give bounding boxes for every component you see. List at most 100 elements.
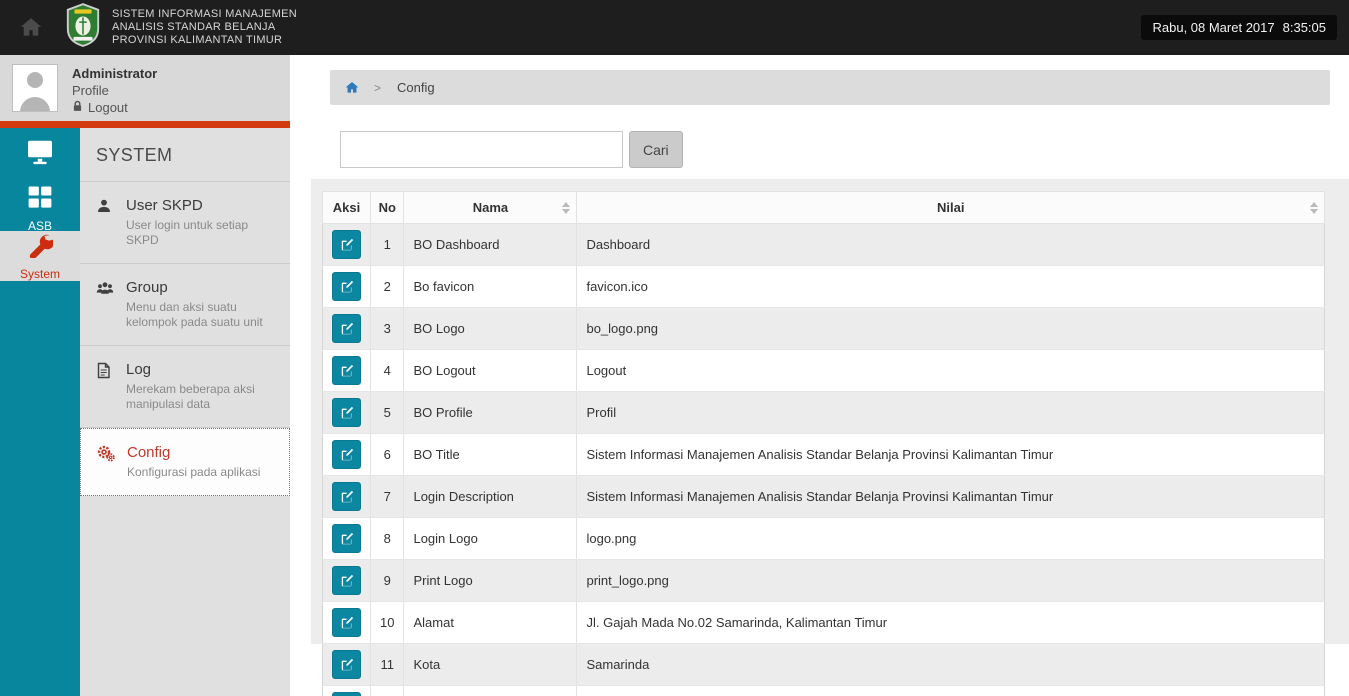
row-number: 3 <box>370 307 405 350</box>
table-row: 2 Bo favicon favicon.ico <box>322 265 1325 308</box>
sort-icon[interactable] <box>1310 201 1318 214</box>
aksi-cell <box>322 517 371 560</box>
config-value: favicon.ico <box>576 265 1325 308</box>
datetime-display: Rabu, 08 Maret 2017 8:35:05 <box>1141 15 1337 40</box>
aksi-cell <box>322 307 371 350</box>
aksi-cell <box>322 685 371 696</box>
table-row: 8 Login Logo logo.png <box>322 517 1325 560</box>
group-icon <box>96 279 114 330</box>
search-input[interactable] <box>340 131 623 168</box>
table-row: 5 BO Profile Profil <box>322 391 1325 434</box>
main-content: > Config Cari Aksi No Nama Nilai 1 BO Da… <box>290 55 1349 696</box>
config-name: Login Logo <box>403 517 578 560</box>
breadcrumb-separator: > <box>374 80 382 95</box>
sidebar-item-desc: Menu dan aksi suatu kelompok pada suatu … <box>126 300 263 329</box>
row-number: 1 <box>370 223 405 266</box>
column-header-nilai[interactable]: Nilai <box>576 191 1325 224</box>
current-date: Rabu, 08 Maret 2017 <box>1152 20 1275 35</box>
column-header-no: No <box>369 191 405 224</box>
search-button[interactable]: Cari <box>629 131 683 168</box>
rail-item-asb[interactable]: ASB <box>0 184 80 233</box>
aksi-cell <box>322 433 371 476</box>
row-number: 12 <box>370 685 405 696</box>
config-name: Login Description <box>403 475 578 518</box>
config-name: Print Logo <box>403 559 578 602</box>
breadcrumb: > Config <box>330 70 1330 105</box>
rail-item-system[interactable]: System <box>0 231 80 281</box>
kaltim-crest-logo <box>64 3 102 52</box>
table-row: 7 Login Description Sistem Informasi Man… <box>322 475 1325 518</box>
row-number: 9 <box>370 559 405 602</box>
home-icon[interactable] <box>14 11 48 45</box>
edit-button[interactable] <box>332 650 361 679</box>
sidebar-item-log[interactable]: Log Merekam beberapa aksi manipulasi dat… <box>80 346 290 428</box>
config-name: BO Logout <box>403 349 578 392</box>
row-number: 6 <box>370 433 405 476</box>
app-title-line3: PROVINSI KALIMANTAN TIMUR <box>112 34 283 46</box>
module-rail: ASB System <box>0 128 80 696</box>
panel-header: SYSTEM <box>80 128 290 182</box>
table-row: 6 BO Title Sistem Informasi Manajemen An… <box>322 433 1325 476</box>
sidebar-item-config[interactable]: Config Konfigurasi pada aplikasi <box>80 428 290 496</box>
config-name: BO Title <box>403 433 578 476</box>
table-header-row: Aksi No Nama Nilai <box>322 191 1325 224</box>
edit-button[interactable] <box>332 608 361 637</box>
config-table-body: 1 BO Dashboard Dashboard 2 Bo favicon fa… <box>322 223 1325 696</box>
edit-button[interactable] <box>332 272 361 301</box>
logout-link[interactable]: Logout <box>72 100 157 115</box>
aksi-cell <box>322 265 371 308</box>
aksi-cell <box>322 601 371 644</box>
aksi-cell <box>322 559 371 602</box>
profile-box: Administrator Profile Logout <box>0 55 290 121</box>
avatar <box>12 64 58 112</box>
config-value: Dashboard <box>576 223 1325 266</box>
sidebar: Administrator Profile Logout ASB System … <box>0 55 290 696</box>
config-value: Samarinda <box>576 643 1325 686</box>
config-name: BO Profile <box>403 391 578 434</box>
aksi-cell <box>322 223 371 266</box>
log-icon <box>96 361 114 412</box>
profile-link[interactable]: Profile <box>72 83 157 98</box>
sidebar-item-title: User SKPD <box>126 197 203 214</box>
column-header-aksi: Aksi <box>322 191 371 224</box>
logout-label: Logout <box>88 100 128 115</box>
sidebar-item-desc: Merekam beberapa aksi manipulasi data <box>126 382 255 411</box>
edit-button[interactable] <box>332 398 361 427</box>
sidebar-item-user-skpd[interactable]: User SKPD User login untuk setiap SKPD <box>80 182 290 264</box>
sidebar-item-group[interactable]: Group Menu dan aksi suatu kelompok pada … <box>80 264 290 346</box>
lock-icon <box>72 100 83 115</box>
edit-button[interactable] <box>332 356 361 385</box>
column-header-label: Nama <box>472 200 509 215</box>
grid-icon <box>27 184 53 215</box>
search-row: Cari <box>340 131 1349 168</box>
topbar: SISTEM INFORMASI MANAJEMEN ANALISIS STAN… <box>0 0 1349 55</box>
edit-button[interactable] <box>332 692 361 696</box>
config-value: Jl. Gajah Mada No.02 Samarinda, Kalimant… <box>576 601 1325 644</box>
sidebar-item-title: Group <box>126 279 168 296</box>
sidebar-item-title: Config <box>127 444 171 461</box>
edit-button[interactable] <box>332 524 361 553</box>
config-table: Aksi No Nama Nilai 1 BO Dashboard Dashbo… <box>322 191 1325 696</box>
row-number: 2 <box>370 265 405 308</box>
edit-button[interactable] <box>332 230 361 259</box>
edit-button[interactable] <box>332 314 361 343</box>
config-value: logo.png <box>576 517 1325 560</box>
rail-item-dashboard[interactable] <box>0 128 80 185</box>
app-title-line1: SISTEM INFORMASI MANAJEMEN <box>112 8 298 20</box>
sort-icon[interactable] <box>562 201 571 214</box>
aksi-cell <box>322 391 371 434</box>
edit-button[interactable] <box>332 482 361 511</box>
config-name: Kota <box>403 643 578 686</box>
table-row: 10 Alamat Jl. Gajah Mada No.02 Samarinda… <box>322 601 1325 644</box>
edit-button[interactable] <box>332 566 361 595</box>
table-row: 9 Print Logo print_logo.png <box>322 559 1325 602</box>
system-menu-panel: SYSTEM User SKPD User login untuk setiap… <box>80 128 290 696</box>
config-value: Logout <box>576 349 1325 392</box>
column-header-nama[interactable]: Nama <box>403 191 578 224</box>
config-name: Bo favicon <box>403 265 578 308</box>
config-name: Alamat <box>403 601 578 644</box>
breadcrumb-home-icon[interactable] <box>344 80 360 96</box>
config-value <box>576 685 1325 696</box>
app-title: SISTEM INFORMASI MANAJEMEN ANALISIS STAN… <box>112 8 297 47</box>
edit-button[interactable] <box>332 440 361 469</box>
